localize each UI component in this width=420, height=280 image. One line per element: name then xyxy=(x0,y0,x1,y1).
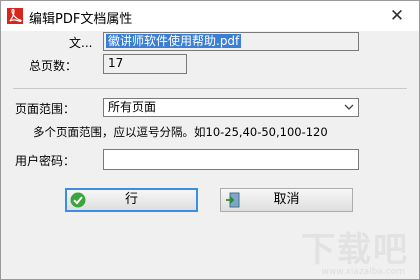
ok-label: 行 xyxy=(124,192,138,207)
exit-door-icon xyxy=(226,192,240,208)
watermark-url: www.xiazaiba.com xyxy=(321,267,405,277)
title-bar: 编辑PDF文档属性 ✕ xyxy=(1,1,419,31)
password-label: 用户密码： xyxy=(15,154,76,168)
chevron-down-icon xyxy=(344,99,354,122)
cancel-label: 取消 xyxy=(273,192,300,207)
ok-button[interactable]: 行 xyxy=(65,188,198,212)
pdf-properties-dialog: 编辑PDF文档属性 ✕ 文... 徽讲师软件使用帮助.pdf 总页数： 17 页… xyxy=(0,0,420,280)
cancel-button[interactable]: 取消 xyxy=(220,188,353,212)
page-count-field: 17 xyxy=(103,54,187,74)
separator xyxy=(13,88,407,89)
watermark-logo: 下载吧 xyxy=(301,230,409,270)
pdf-app-icon xyxy=(7,8,23,24)
page-range-value: 所有页面 xyxy=(108,100,157,114)
close-button[interactable]: ✕ xyxy=(387,6,407,26)
password-field[interactable] xyxy=(103,149,359,170)
check-icon xyxy=(70,192,86,208)
page-count-label: 总页数： xyxy=(29,59,78,73)
file-name-value: 徽讲师软件使用帮助.pdf xyxy=(106,34,242,48)
file-label: 文... xyxy=(69,36,93,50)
window-title: 编辑PDF文档属性 xyxy=(29,12,133,27)
page-range-label: 页面范围： xyxy=(15,102,76,116)
page-range-hint: 多个页面范围，应以逗号分隔。如10-25,40-50,100-120 xyxy=(33,125,328,139)
page-range-select[interactable]: 所有页面 xyxy=(103,98,359,117)
file-name-field[interactable]: 徽讲师软件使用帮助.pdf xyxy=(103,32,359,51)
close-icon: ✕ xyxy=(389,6,405,26)
